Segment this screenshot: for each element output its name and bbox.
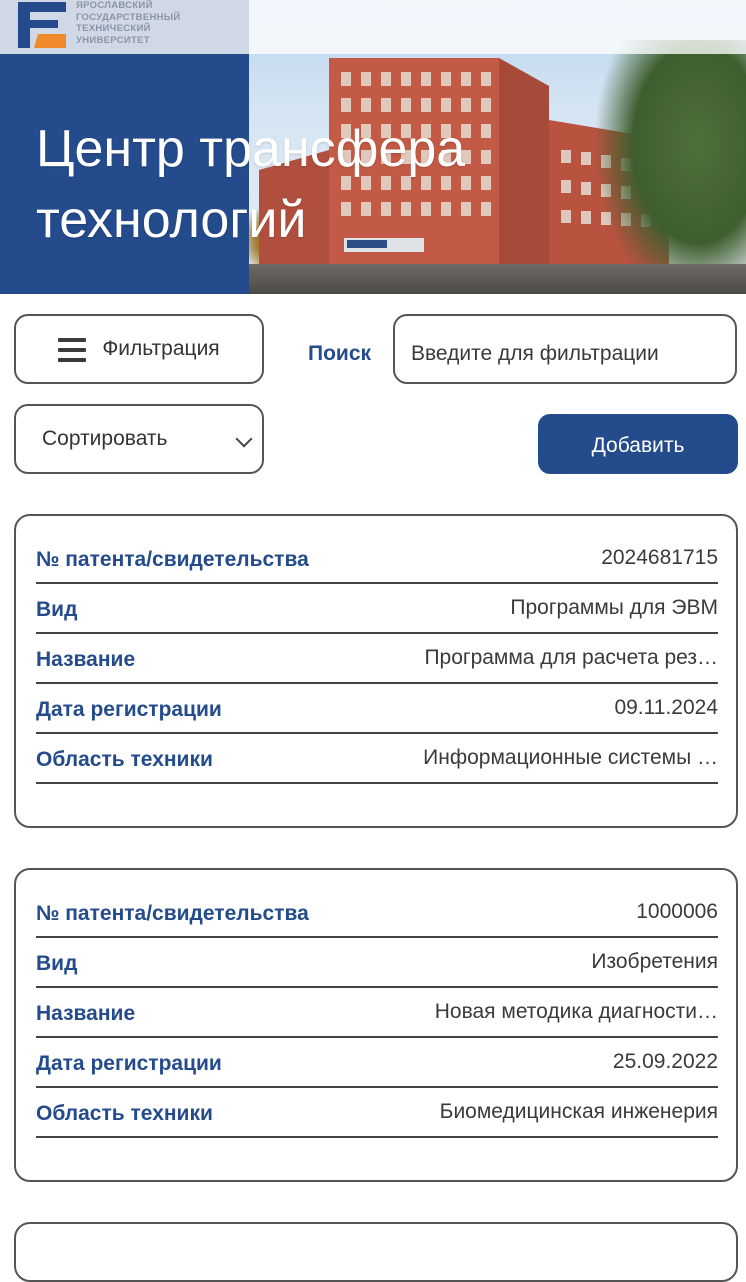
university-name-line: ЯРОСЛАВСКИЙ [76,0,153,11]
record-row-type: Вид Программы для ЭВМ [36,584,718,634]
page-title-line2: технологий [36,191,307,249]
page-title-line1: Центр трансфера [36,120,466,178]
record-row-patent: № патента/свидетельства 1000006 [36,888,718,938]
menu-icon [58,338,88,362]
university-logo[interactable]: ЯРОСЛАВСКИЙ ГОСУДАРСТВЕННЫЙ ТЕХНИЧЕСКИЙ … [16,0,196,52]
record-value: 2024681715 [601,546,718,569]
university-name-line: ТЕХНИЧЕСКИЙ [76,23,151,34]
record-value: Информационные системы … [423,746,718,769]
record-key: Вид [36,952,78,975]
university-name-line: ГОСУДАРСТВЕННЫЙ [76,11,181,23]
record-key: Область техники [36,748,213,771]
record-value: Биомедицинская инженерия [439,1100,718,1123]
record-row-date: Дата регистрации 09.11.2024 [36,684,718,734]
record-value: Программы для ЭВМ [510,596,718,619]
record-value: 25.09.2022 [612,1050,718,1073]
record-card[interactable]: № патента/свидетельства 2024681715 Вид П… [14,514,738,828]
university-logo-icon [16,0,68,50]
record-key: Дата регистрации [36,698,222,721]
page-title: Центр трансфера технологий [36,114,596,256]
search-label: Поиск [308,342,372,365]
sort-select-label: Сортировать [42,427,168,450]
tree-right [596,40,746,294]
record-value: Новая методика диагности… [434,1000,718,1023]
record-value: 09.11.2024 [614,696,718,719]
record-key: Вид [36,598,78,621]
sort-select[interactable]: Сортировать [14,404,264,474]
record-value: Программа для расчета рез… [424,646,718,669]
record-row-type: Вид Изобретения [36,938,718,988]
record-card[interactable]: № патента/свидетельства 1000006 Вид Изоб… [14,868,738,1182]
filter-button[interactable]: Фильтрация [14,314,264,384]
record-row-name: Название Новая методика диагности… [36,988,718,1038]
record-row-field: Область техники Информационные системы … [36,734,718,784]
chevron-down-icon [235,430,253,448]
filter-button-label: Фильтрация [102,337,220,360]
record-row-date: Дата регистрации 25.09.2022 [36,1038,718,1088]
record-key: Название [36,648,136,671]
record-value: 1000006 [636,900,718,923]
ground [249,264,746,294]
record-row-name: Название Программа для расчета рез… [36,634,718,684]
record-key: № патента/свидетельства [36,902,309,925]
hero-banner: ЯРОСЛАВСКИЙ ГОСУДАРСТВЕННЫЙ ТЕХНИЧЕСКИЙ … [0,0,746,294]
search-input[interactable] [393,314,737,384]
record-row-patent: № патента/свидетельства 2024681715 [36,534,718,584]
record-key: Область техники [36,1102,213,1125]
record-key: Название [36,1002,136,1025]
record-key: Дата регистрации [36,1052,222,1075]
university-name: ЯРОСЛАВСКИЙ ГОСУДАРСТВЕННЫЙ ТЕХНИЧЕСКИЙ … [76,0,196,46]
add-button[interactable]: Добавить [538,414,738,474]
record-key: № патента/свидетельства [36,548,309,571]
record-row-field: Область техники Биомедицинская инженерия [36,1088,718,1138]
record-card[interactable] [14,1222,738,1282]
record-value: Изобретения [591,950,718,973]
university-name-line: УНИВЕРСИТЕТ [76,34,150,46]
